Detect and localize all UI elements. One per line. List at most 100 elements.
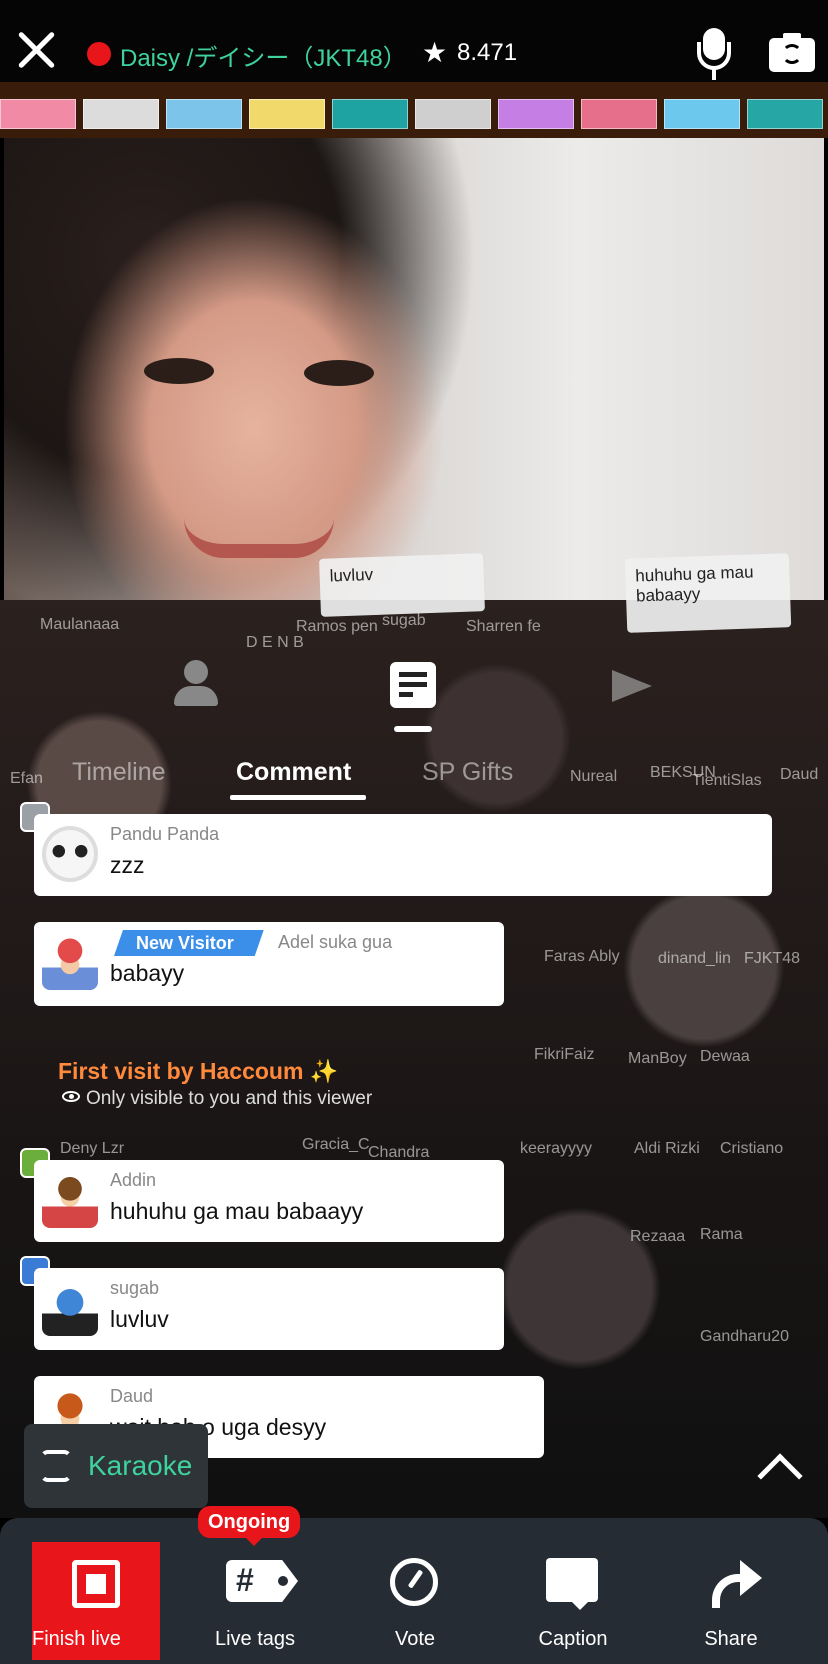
crowd-name: Nureal bbox=[570, 768, 618, 785]
tile bbox=[332, 99, 408, 129]
caption-button[interactable]: Caption bbox=[508, 1518, 638, 1664]
new-visitor-badge: New Visitor bbox=[114, 930, 264, 956]
comment-list-icon[interactable] bbox=[390, 662, 436, 708]
comment-text: huhuhu ga mau babaayy bbox=[110, 1198, 364, 1224]
live-indicator-icon bbox=[87, 42, 111, 66]
close-icon[interactable] bbox=[14, 28, 58, 72]
tab-sp-gifts[interactable]: SP Gifts bbox=[422, 758, 513, 787]
vote-icon bbox=[390, 1558, 438, 1606]
decorative-tile-strip bbox=[0, 82, 828, 138]
vote-button[interactable]: Vote bbox=[350, 1518, 480, 1664]
avatar[interactable] bbox=[42, 1280, 98, 1336]
comment-item[interactable]: sugab luvluv bbox=[34, 1268, 504, 1350]
crowd-name: Gandharu20 bbox=[700, 1328, 789, 1345]
visibility-note: Only visible to you and this viewer bbox=[62, 1088, 372, 1110]
video-detail bbox=[144, 358, 214, 384]
visibility-note-text: Only visible to you and this viewer bbox=[86, 1088, 373, 1109]
crowd-name: Daud bbox=[780, 766, 819, 783]
sparkle-icon: ✨ bbox=[309, 1058, 339, 1084]
video-detail bbox=[184, 518, 334, 558]
crowd-name: keerayyyy bbox=[520, 1140, 593, 1157]
stop-icon bbox=[72, 1560, 120, 1608]
avatar[interactable] bbox=[42, 1172, 98, 1228]
floating-comment-card: luvluv bbox=[319, 553, 485, 617]
live-tags-label: Live tags bbox=[214, 1628, 296, 1650]
mic-icon[interactable] bbox=[697, 28, 731, 80]
crowd-name: Dewaa bbox=[700, 1048, 750, 1065]
karaoke-button[interactable]: Karaoke bbox=[24, 1424, 208, 1508]
share-label: Share bbox=[704, 1628, 758, 1650]
comment-item[interactable]: New Visitor Adel suka gua babayy bbox=[34, 922, 504, 1006]
finish-live-button[interactable]: Finish live bbox=[32, 1542, 160, 1660]
tile bbox=[498, 99, 574, 129]
tile bbox=[415, 99, 491, 129]
tag-icon: # bbox=[226, 1560, 298, 1602]
first-visit-notice: First visit by Haccoum ✨ bbox=[58, 1058, 338, 1085]
avatar[interactable] bbox=[42, 934, 98, 990]
star-icon: ★ bbox=[422, 37, 448, 68]
crowd-name: sugab bbox=[382, 612, 426, 629]
comment-item[interactable]: Pandu Panda zzz bbox=[34, 814, 772, 896]
active-tab-indicator bbox=[230, 795, 366, 800]
tab-comment[interactable]: Comment bbox=[236, 758, 351, 787]
comment-text: luvluv bbox=[110, 1306, 169, 1332]
repeat-icon bbox=[40, 1450, 72, 1482]
crowd-name: dinand_lin bbox=[658, 950, 731, 967]
comment-text: babayy bbox=[110, 960, 185, 986]
camera-switch-icon[interactable] bbox=[769, 33, 815, 72]
comment-username[interactable]: Pandu Panda bbox=[110, 824, 219, 845]
comment-icon-indicator bbox=[394, 726, 432, 732]
tile bbox=[581, 99, 657, 129]
profile-icon[interactable] bbox=[172, 660, 220, 708]
crowd-name: Maulanaaa bbox=[40, 616, 120, 633]
live-video[interactable] bbox=[4, 138, 824, 608]
comment-username[interactable]: Adel suka gua bbox=[278, 932, 392, 953]
rating-value: 8.471 bbox=[457, 39, 518, 66]
crowd-name: Ramos pen bbox=[296, 618, 378, 635]
tile bbox=[664, 99, 740, 129]
comment-username[interactable]: Daud bbox=[110, 1386, 153, 1407]
comment-username[interactable]: sugab bbox=[110, 1278, 159, 1299]
share-button[interactable]: Share bbox=[666, 1518, 796, 1664]
room-title[interactable]: Daisy /デイシー（JKT48） bbox=[120, 38, 407, 73]
tile bbox=[83, 99, 159, 129]
tile bbox=[747, 99, 823, 129]
top-bar: Daisy /デイシー（JKT48） ★ 8.471 bbox=[0, 0, 828, 82]
tile bbox=[249, 99, 325, 129]
crowd-name: Aldi Rizki bbox=[634, 1140, 700, 1157]
avatar[interactable] bbox=[42, 826, 98, 882]
floating-comment-text: huhuhu ga mau babaayy bbox=[635, 562, 754, 606]
floating-comment-text: luvluv bbox=[329, 565, 374, 586]
share-icon bbox=[706, 1556, 762, 1608]
finish-live-label: Finish live bbox=[32, 1628, 121, 1650]
comment-username[interactable]: Addin bbox=[110, 1170, 156, 1191]
crowd-name: Cristiano bbox=[720, 1140, 784, 1157]
crowd-name: Faras Ably bbox=[544, 948, 620, 965]
crowd-name: TientiSlas bbox=[692, 772, 762, 789]
bottom-action-bar: Finish live # Live tags Vote Caption Sha… bbox=[0, 1518, 828, 1664]
vote-label: Vote bbox=[394, 1628, 436, 1650]
crowd-name: Gracia_C bbox=[302, 1136, 370, 1153]
crowd-name: Rama bbox=[700, 1226, 743, 1243]
tile bbox=[0, 99, 76, 129]
first-visit-title: First visit by Haccoum bbox=[58, 1058, 304, 1084]
video-detail bbox=[304, 360, 374, 386]
crowd-name: Efan bbox=[10, 770, 43, 787]
floating-comment-card: huhuhu ga mau babaayy bbox=[624, 553, 792, 633]
ongoing-badge: Ongoing bbox=[198, 1506, 301, 1546]
caption-icon bbox=[546, 1558, 598, 1610]
crowd-name: FikriFaiz bbox=[534, 1046, 595, 1063]
comment-item[interactable]: Addin huhuhu ga mau babaayy bbox=[34, 1160, 504, 1242]
karaoke-label: Karaoke bbox=[88, 1450, 193, 1481]
crowd-name: Deny Lzr bbox=[60, 1140, 125, 1157]
send-icon[interactable] bbox=[612, 670, 652, 702]
tile bbox=[166, 99, 242, 129]
eye-icon bbox=[62, 1091, 80, 1102]
crowd-name: Sharren fe bbox=[466, 618, 541, 635]
caption-label: Caption bbox=[538, 1628, 608, 1650]
crowd-name: ManBoy bbox=[628, 1050, 687, 1067]
tab-timeline[interactable]: Timeline bbox=[72, 758, 166, 787]
crowd-name: FJKT48 bbox=[744, 950, 801, 967]
crowd-name: Rezaaa bbox=[630, 1228, 686, 1245]
comment-text: zzz bbox=[110, 852, 145, 878]
